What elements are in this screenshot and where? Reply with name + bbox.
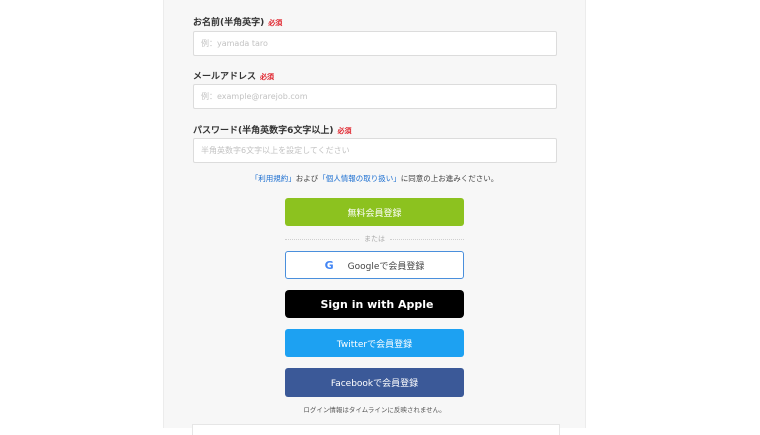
next-section-card — [192, 424, 560, 435]
password-label: パスワード(半角英数字6文字以上) 必須 — [193, 123, 352, 136]
apple-signin-button[interactable]: Sign in with Apple — [285, 290, 464, 318]
password-required-badge: 必須 — [337, 127, 352, 135]
timeline-note: ログイン情報はタイムラインに反映されません。 — [303, 406, 446, 414]
email-required-badge: 必須 — [260, 73, 275, 81]
name-label: お名前(半角英字) 必須 — [193, 15, 282, 28]
google-icon: G — [324, 258, 334, 272]
email-label-text: メールアドレス — [193, 72, 257, 82]
email-input[interactable] — [193, 84, 557, 109]
name-label-text: お名前(半角英字) — [193, 18, 265, 28]
divider-line-left — [285, 238, 359, 240]
terms-link[interactable]: 「利用規約」 — [251, 174, 296, 183]
name-input[interactable] — [193, 31, 557, 56]
twitter-register-button[interactable]: Twitterで会員登録 — [285, 329, 464, 357]
password-label-text: パスワード(半角英数字6文字以上) — [193, 126, 334, 136]
apple-signin-label: Sign in with Apple — [320, 297, 434, 311]
password-input[interactable] — [193, 138, 557, 163]
twitter-register-label: Twitterで会員登録 — [336, 339, 413, 350]
google-register-label: Googleで会員登録 — [347, 261, 425, 272]
google-register-button[interactable]: G Googleで会員登録 — [285, 251, 464, 279]
facebook-register-label: Facebookで会員登録 — [330, 379, 419, 389]
or-divider: または — [285, 234, 464, 244]
consent-suffix: に同意の上お進みください。 — [400, 174, 499, 183]
email-label: メールアドレス 必須 — [193, 69, 274, 82]
divider-text: または — [364, 235, 385, 243]
consent-middle: および — [295, 174, 319, 183]
free-register-label: 無料会員登録 — [347, 208, 402, 219]
consent-text: 「利用規約」および「個人情報の取り扱い」に同意の上お進みください。 — [163, 173, 586, 184]
free-register-button[interactable]: 無料会員登録 — [285, 198, 464, 226]
divider-line-right — [390, 238, 464, 240]
facebook-register-button[interactable]: Facebookで会員登録 — [285, 368, 464, 397]
privacy-link[interactable]: 「個人情報の取り扱い」 — [318, 174, 401, 183]
name-required-badge: 必須 — [268, 19, 283, 27]
